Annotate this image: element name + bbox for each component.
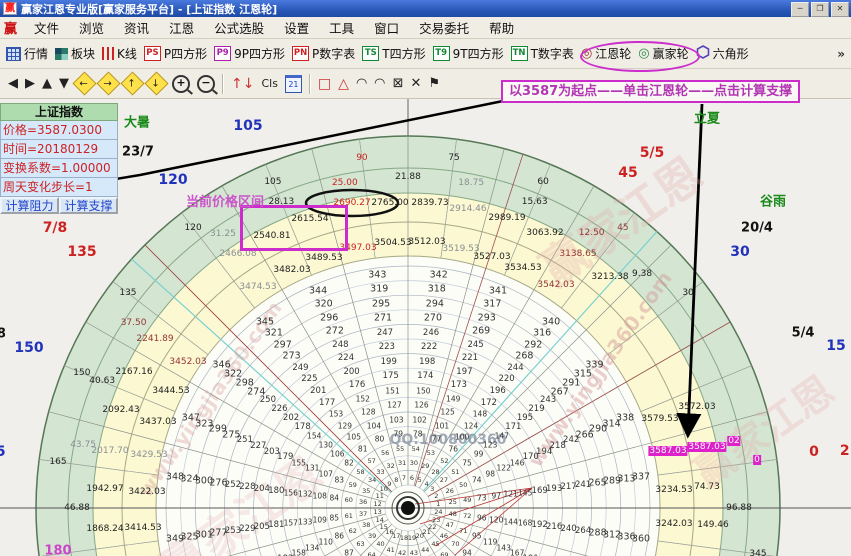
updown-axis-button[interactable]: ↑↓ [231,76,254,92]
app-logo-icon: 赢 [3,2,17,15]
gann-wheel-area: QQ:100800360www.yingjia360.comwww.yingji… [0,99,851,556]
close-button[interactable]: ✕ [831,2,849,17]
menu-item-9[interactable]: 帮助 [480,16,523,39]
toolbar-item-label: P四方形 [164,45,207,62]
zoom-in-button[interactable]: + [172,75,190,93]
gann-wheel-highlight-ellipse [580,41,700,72]
grid-icon [6,47,21,61]
cursor-left-button[interactable]: ◀ [8,76,18,91]
toolbar-item-label: 行情 [24,45,48,62]
toolbar-overflow-chevron[interactable]: » [837,47,845,61]
toolbar-item-6[interactable]: TST四方形 [362,45,425,62]
triangle-tool-button[interactable]: △ [338,76,349,92]
badge-icon-TN: TN [511,46,528,61]
menu-item-2[interactable]: 资讯 [115,16,158,39]
arc2-tool-button[interactable]: ◠ [374,76,385,91]
cls-button[interactable]: Cls [261,77,277,90]
toolbar-item-1[interactable]: 板块 [55,45,95,62]
toolbar-item-4[interactable]: P99P四方形 [214,45,285,62]
badge-icon-PS: PS [144,46,161,61]
scale-tool-button[interactable]: ✕ [411,76,422,91]
toolbar-item-5[interactable]: PNP数字表 [292,45,355,62]
toolbar-item-11[interactable]: 六角形 [696,45,749,62]
box-x-tool-button[interactable]: ⊠ [393,76,404,91]
badge-icon-TS: TS [362,46,379,61]
blocks-icon [55,48,68,60]
instrument-panel: 上证指数 价格=3587.0300 时间=20180129 变换系数=1.000… [0,103,118,214]
toolbar-item-label: P数字表 [312,45,355,62]
toolbar-item-label: 9T四方形 [453,45,504,62]
menu-item-8[interactable]: 交易委托 [410,16,478,39]
toolbar-separator [222,74,224,94]
menu-item-0[interactable]: 文件 [25,16,68,39]
price-field: 价格=3587.0300 [0,121,118,140]
menu-item-5[interactable]: 设置 [275,16,318,39]
cursor-up-button[interactable]: ▲ [42,76,52,91]
menu-logo-icon: 赢 [4,18,17,37]
time-field: 时间=20180129 [0,140,118,159]
title-bar: 赢 赢家江恩专业版[赢家服务平台] - [上证指数 江恩轮] ─ ❐ ✕ [0,0,851,17]
toolbar-item-label: 9P四方形 [234,45,285,62]
app-window: 赢 赢家江恩专业版[赢家服务平台] - [上证指数 江恩轮] ─ ❐ ✕ 赢 文… [0,0,851,556]
step-field: 周天变化步长=1 [0,178,118,197]
cursor-right-button[interactable]: ▶ [25,76,35,91]
toolbar-separator [309,74,311,94]
calendar-icon[interactable]: 21 [285,75,302,93]
current-price-range-label: 当前价格区间 [186,191,264,210]
minimize-button[interactable]: ─ [791,2,809,17]
toolbar-item-7[interactable]: T99T四方形 [433,45,504,62]
main-toolbar: 行情 板块 K线 PSP四方形 P99P四方形 PNP数字表 TST四方形 T99T四方形 TN… [0,39,851,69]
badge-icon-T9: T9 [433,46,450,61]
flag-tool-button[interactable]: ⚑ [428,76,440,91]
zoom-out-button[interactable]: − [197,75,215,93]
cursor-down-button[interactable]: ▼ [59,76,69,91]
menu-bar: 赢 文件浏览资讯江恩公式选股设置工具窗口交易委托帮助 [0,17,851,39]
arc-tool-button[interactable]: ◠ [356,76,367,91]
toolbar-item-label: T四方形 [382,45,425,62]
calc-resistance-button[interactable]: 计算阻力 [0,197,59,214]
toolbar-item-label: K线 [117,45,137,62]
rect-tool-button[interactable]: □ [318,76,331,92]
toolbar-item-8[interactable]: TNT数字表 [511,45,574,62]
conversion-factor-field: 变换系数=1.00000 [0,159,118,178]
menu-item-7[interactable]: 窗口 [365,16,408,39]
toolbar-item-label: 板块 [71,45,95,62]
annotation-callout[interactable]: 以3587为起点——单击江恩轮——点击计算支撑 [501,80,800,103]
pan-up-button[interactable]: ↑ [120,71,144,95]
badge-icon-P9: P9 [214,46,231,61]
menu-item-6[interactable]: 工具 [320,16,363,39]
restore-button[interactable]: ❐ [811,2,829,17]
instrument-title: 上证指数 [0,103,118,121]
menu-item-4[interactable]: 公式选股 [205,16,273,39]
toolbar-item-label: 六角形 [713,45,749,62]
badge-icon-PN: PN [292,46,309,61]
pan-right-button[interactable]: → [96,71,120,95]
calc-support-button[interactable]: 计算支撑 [59,197,118,214]
menu-item-1[interactable]: 浏览 [70,16,113,39]
toolbar-item-3[interactable]: PSP四方形 [144,45,207,62]
toolbar-item-0[interactable]: 行情 [6,45,48,62]
pan-left-button[interactable]: ← [72,71,96,95]
window-title: 赢家江恩专业版[赢家服务平台] - [上证指数 江恩轮] [21,1,277,17]
pan-down-button[interactable]: ↓ [144,71,168,95]
toolbar-item-2[interactable]: K线 [102,45,137,62]
current-price-range-box[interactable] [240,205,348,251]
gann-wheel-svg [0,99,851,556]
toolbar-item-label: T数字表 [531,45,574,62]
candlestick-icon [102,47,114,60]
menu-item-3[interactable]: 江恩 [160,16,203,39]
